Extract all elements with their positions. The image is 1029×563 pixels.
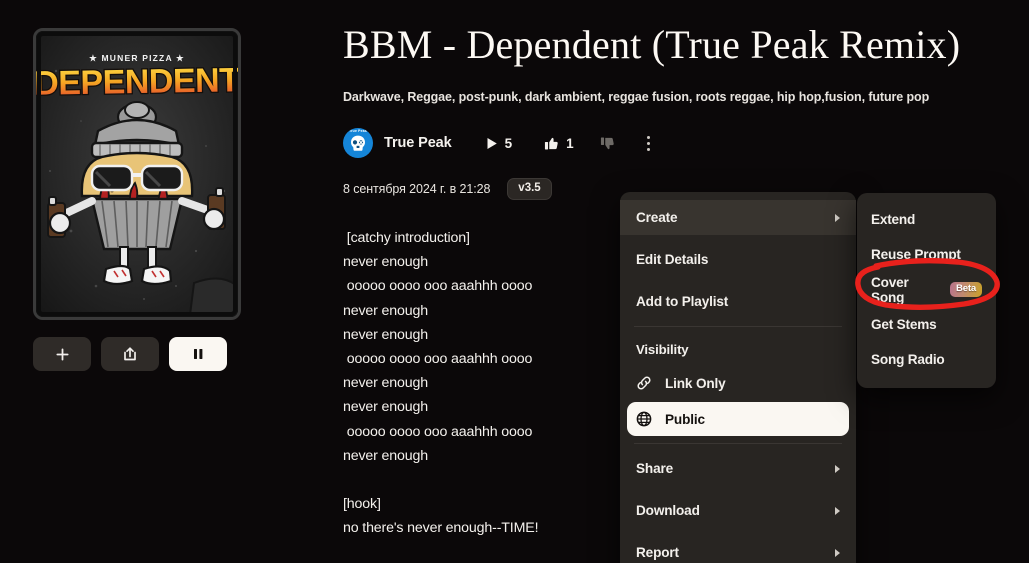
artist-stats-row: True Peak True Peak 5 1	[343, 126, 1029, 160]
song-detail-page: ★ MUNER PIZZA ★ DEPENDENT BBM - Dependen…	[0, 0, 1029, 563]
play-count-value: 5	[504, 135, 513, 151]
globe-icon	[636, 411, 652, 427]
like-count-value: 1	[566, 135, 574, 151]
avatar[interactable]: True Peak	[343, 128, 373, 158]
visibility-section-label: Visibility	[636, 341, 689, 357]
cover-title-text: DEPENDENT	[36, 60, 238, 104]
submenu-item-reuse-prompt[interactable]: Reuse Prompt	[857, 237, 996, 272]
cover-column: ★ MUNER PIZZA ★ DEPENDENT	[33, 28, 241, 371]
chevron-right-icon	[835, 548, 840, 557]
pause-icon	[194, 349, 203, 359]
like-stat[interactable]: 1	[544, 136, 574, 151]
submenu-item-extend-label: Extend	[871, 212, 916, 227]
cover-action-bar	[33, 337, 241, 371]
menu-spacer	[620, 528, 856, 535]
chevron-right-icon	[835, 213, 840, 222]
menu-item-report-label: Report	[636, 545, 679, 560]
thumbs-up-icon[interactable]	[544, 136, 559, 151]
model-version-badge: v3.5	[507, 177, 552, 201]
play-count-stat: 5	[486, 135, 513, 151]
submenu-item-extend[interactable]: Extend	[857, 202, 996, 237]
submenu-item-get-stems-label: Get Stems	[871, 317, 937, 332]
thumbs-down-icon[interactable]	[600, 136, 615, 151]
lyrics-text: [catchy introduction] never enough ooooo…	[343, 230, 539, 537]
create-submenu: Extend Reuse Prompt Cover Song Beta Get …	[857, 193, 996, 388]
menu-item-download[interactable]: Download	[620, 493, 856, 528]
submenu-item-cover-song[interactable]: Cover Song Beta	[857, 272, 996, 307]
menu-item-share[interactable]: Share	[620, 451, 856, 486]
add-to-playlist-button[interactable]	[33, 337, 91, 371]
submenu-item-cover-song-label: Cover Song	[871, 274, 909, 305]
kebab-dot	[646, 141, 650, 145]
beta-badge: Beta	[950, 281, 982, 298]
kebab-dot	[646, 147, 650, 151]
album-cover[interactable]: ★ MUNER PIZZA ★ DEPENDENT	[33, 28, 241, 320]
share-button[interactable]	[101, 337, 159, 371]
visibility-option-link-only-label: Link Only	[665, 375, 726, 391]
album-cover-artwork: ★ MUNER PIZZA ★ DEPENDENT	[36, 31, 238, 317]
submenu-item-reuse-prompt-label: Reuse Prompt	[871, 247, 961, 262]
link-icon	[637, 376, 651, 390]
menu-spacer	[620, 486, 856, 493]
menu-spacer	[620, 277, 856, 284]
page-title: BBM - Dependent (True Peak Remix)	[343, 22, 961, 67]
artist-name[interactable]: True Peak	[384, 135, 452, 151]
share-icon	[124, 347, 136, 361]
genre-tags: Darkwave, Reggae, post-punk, dark ambien…	[343, 90, 930, 104]
visibility-option-public-label: Public	[665, 411, 705, 427]
submenu-item-song-radio[interactable]: Song Radio	[857, 342, 996, 377]
menu-item-report[interactable]: Report	[620, 535, 856, 563]
skull-icon	[351, 135, 365, 151]
menu-item-create[interactable]: Create	[620, 200, 856, 235]
chevron-right-icon	[835, 506, 840, 515]
svg-text:DEPENDENT: DEPENDENT	[36, 61, 238, 103]
chevron-right-icon	[835, 464, 840, 473]
menu-divider	[634, 443, 842, 444]
avatar-label: True Peak	[349, 129, 367, 133]
menu-item-add-to-playlist-label: Add to Playlist	[636, 294, 729, 309]
menu-spacer	[620, 235, 856, 242]
menu-item-download-label: Download	[636, 503, 700, 518]
menu-item-share-label: Share	[636, 461, 674, 476]
play-icon	[487, 137, 497, 149]
menu-item-edit-details-label: Edit Details	[636, 252, 709, 267]
visibility-option-link-only[interactable]: Link Only	[627, 366, 849, 400]
created-date: 8 сентября 2024 г. в 21:28	[343, 182, 491, 196]
dislike-stat[interactable]	[600, 136, 615, 151]
more-options-button[interactable]	[643, 132, 654, 155]
context-menu: Create Edit Details Add to Playlist Visi…	[620, 192, 856, 563]
menu-item-create-label: Create	[636, 210, 678, 225]
pause-button[interactable]	[169, 337, 227, 371]
menu-divider	[634, 326, 842, 327]
visibility-option-public[interactable]: Public	[627, 402, 849, 436]
kebab-dot	[646, 135, 650, 139]
menu-item-add-to-playlist[interactable]: Add to Playlist	[620, 284, 856, 319]
submenu-item-get-stems[interactable]: Get Stems	[857, 307, 996, 342]
submenu-item-song-radio-label: Song Radio	[871, 352, 945, 367]
menu-item-edit-details[interactable]: Edit Details	[620, 242, 856, 277]
plus-icon	[55, 347, 69, 361]
